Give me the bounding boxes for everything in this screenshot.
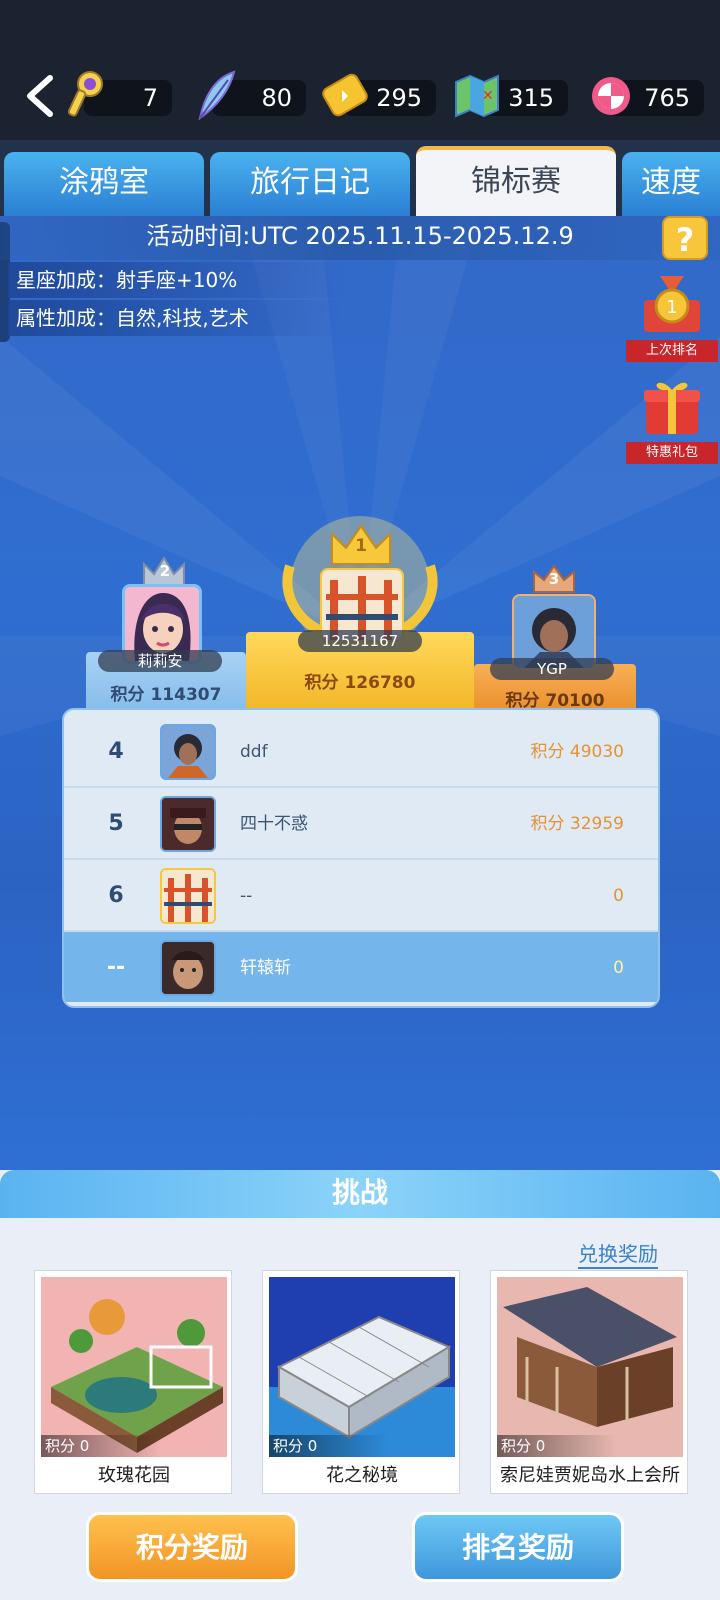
player-score: 积分 32959 — [530, 814, 624, 834]
rose-garden-image: 积分 0 — [41, 1277, 227, 1457]
player-name: -- — [240, 886, 253, 906]
player-name: 轩辕斩 — [240, 958, 291, 978]
challenge-card-flower-secret[interactable]: 积分 0 花之秘境 — [262, 1270, 460, 1494]
player-name: 四十不惑 — [240, 814, 308, 834]
ranking-row[interactable]: 6 -- 0 — [64, 860, 658, 932]
help-button[interactable]: ? — [662, 216, 708, 260]
attribute-bonus: 属性加成：自然,科技,艺术 — [8, 300, 348, 336]
card-name: 索尼娃贾妮岛水上会所 — [500, 1465, 680, 1486]
challenge-card-rose-garden[interactable]: 积分 0 玫瑰花园 — [34, 1270, 232, 1494]
rank-number: 6 — [108, 883, 124, 908]
points-reward-button[interactable]: 积分奖励 — [86, 1512, 298, 1582]
rank-number: -- — [106, 955, 126, 980]
player-score: 0 — [613, 886, 624, 906]
challenge-card-water-club[interactable]: 积分 0 索尼娃贾妮岛水上会所 — [490, 1270, 688, 1494]
ranking-table: 4 ddf 积分 49030 5 四十不惑 积分 32959 6 -- 0 -- — [62, 708, 660, 1008]
candy-icon — [592, 77, 630, 115]
card-score: 积分 0 — [497, 1435, 617, 1457]
card-name: 花之秘境 — [326, 1465, 398, 1486]
ranking-row[interactable]: 5 四十不惑 积分 32959 — [64, 788, 658, 860]
first-score: 积分 126780 — [304, 673, 416, 693]
feather-icon — [198, 70, 236, 121]
first-rank-number: 1 — [355, 536, 367, 556]
player-avatar[interactable] — [160, 940, 216, 996]
player-avatar[interactable] — [160, 796, 216, 852]
card-score: 积分 0 — [41, 1435, 161, 1457]
back-arrow-icon[interactable] — [20, 72, 60, 120]
special-pack-button[interactable]: 特惠礼包 — [626, 374, 718, 464]
water-club-image: 积分 0 — [497, 1277, 683, 1457]
third-name: YGP — [490, 658, 614, 680]
challenge-title: 挑战 — [0, 1170, 720, 1218]
first-name: 12531167 — [298, 630, 422, 652]
rank-reward-button[interactable]: 排名奖励 — [412, 1512, 624, 1582]
svg-text:1: 1 — [666, 297, 677, 318]
gift-icon — [644, 382, 700, 434]
second-rank-number: 2 — [159, 562, 171, 580]
exchange-reward-link[interactable]: 兑换奖励 — [578, 1238, 658, 1269]
card-name: 玫瑰花园 — [98, 1465, 170, 1486]
ranking-row[interactable]: 4 ddf 积分 49030 — [64, 716, 658, 788]
player-avatar[interactable] — [160, 724, 216, 780]
my-ranking-row[interactable]: -- 轩辕斩 0 — [64, 932, 658, 1002]
player-name: ddf — [240, 742, 268, 762]
constellation-bonus: 星座加成：射手座+10% — [8, 262, 348, 298]
last-rank-label: 上次排名 — [626, 340, 718, 362]
third-rank-number: 3 — [548, 570, 560, 588]
tab-graffiti-room[interactable]: 涂鸦室 — [4, 152, 204, 216]
player-avatar[interactable] — [160, 868, 216, 924]
flower-secret-image: 积分 0 — [269, 1277, 455, 1457]
top-bar: 7 80 295 315 ✕ 765 — [0, 0, 720, 140]
special-pack-label: 特惠礼包 — [626, 442, 718, 464]
ticket-icon — [322, 73, 368, 117]
championship-panel: 活动时间:UTC 2025.11.15-2025.12.9 ? 星座加成：射手座… — [0, 216, 720, 1170]
tab-speed[interactable]: 速度 — [622, 152, 720, 216]
second-score: 积分 114307 — [110, 685, 222, 705]
player-score: 0 — [613, 958, 624, 978]
tab-bar: 涂鸦室 旅行日记 锦标赛 速度 — [0, 140, 720, 216]
rank-number: 4 — [108, 739, 124, 764]
map-icon: ✕ — [455, 74, 499, 118]
event-time: 活动时间:UTC 2025.11.15-2025.12.9 — [0, 216, 720, 260]
medal-icon: 1 — [644, 276, 700, 332]
second-name: 莉莉安 — [98, 650, 222, 672]
last-rank-button[interactable]: 1 上次排名 — [626, 272, 718, 362]
tab-championship[interactable]: 锦标赛 — [416, 146, 616, 216]
rank-number: 5 — [108, 811, 124, 836]
key-icon — [67, 71, 103, 117]
player-score: 积分 49030 — [530, 742, 624, 762]
svg-text:✕: ✕ — [482, 88, 494, 104]
tab-travel-diary[interactable]: 旅行日记 — [210, 152, 410, 216]
card-score: 积分 0 — [269, 1435, 389, 1457]
